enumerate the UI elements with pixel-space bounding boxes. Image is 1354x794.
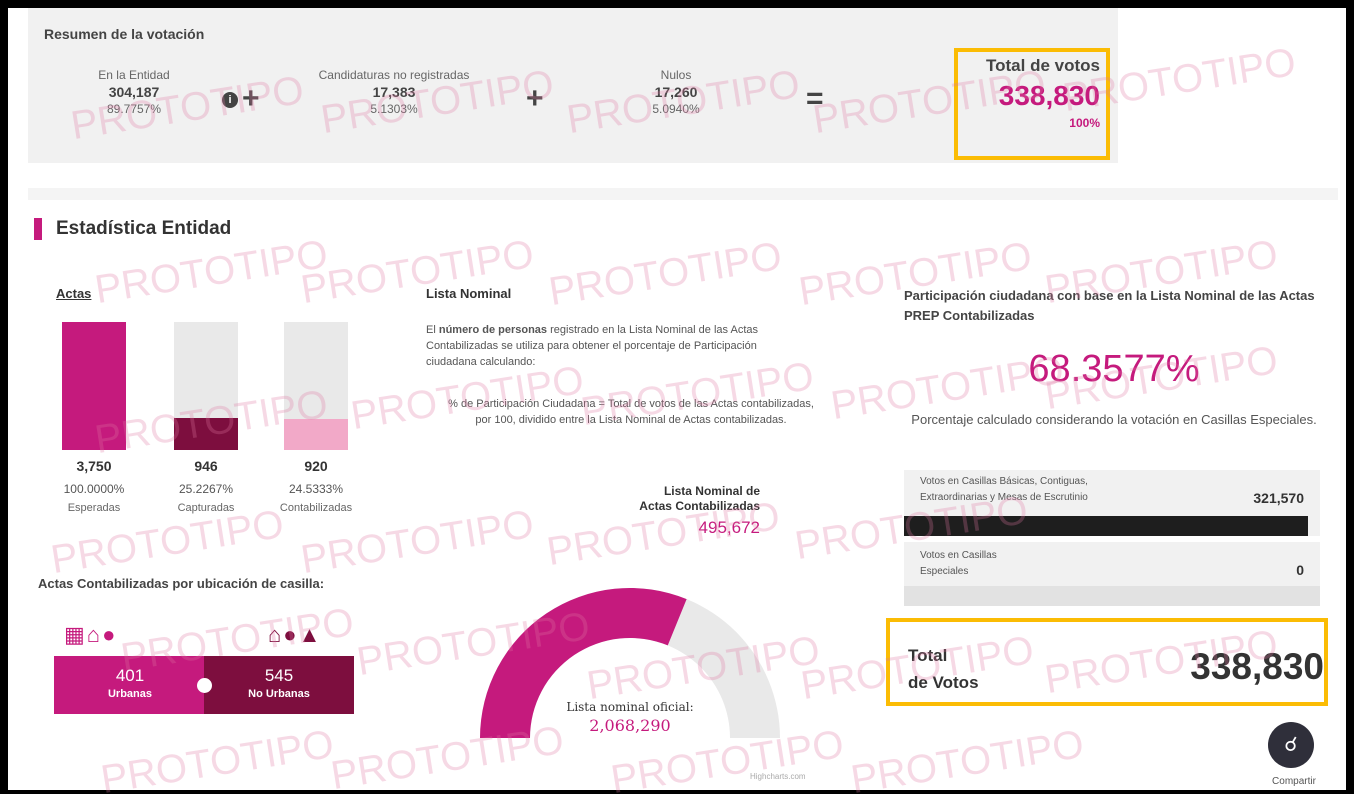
info-icon[interactable]: i [222, 92, 238, 108]
actas-contabilizadas-value: 920 [304, 458, 328, 474]
no-registradas-label: Candidaturas no registradas [318, 68, 470, 82]
participacion-note: Porcentaje calculado considerando la vot… [911, 412, 1317, 427]
casillas-especiales-label-1: Votos en Casillas [920, 550, 997, 561]
actas-capturadas-label: Capturadas [177, 502, 235, 514]
nulos-value: 17,260 [654, 84, 698, 100]
actas-bar-fill [174, 417, 238, 450]
actas-bar-contabilizadas [284, 322, 348, 450]
casillas-especiales-block: Votos en Casillas Especiales 0 [904, 542, 1320, 606]
ln-actas-label-2: Actas Contabilizadas [639, 499, 760, 513]
actas-bar-capturadas [174, 322, 238, 450]
participacion-pct: 68.3577% [1028, 348, 1200, 390]
ln-actas-label-1: Lista Nominal de [663, 484, 760, 498]
lista-nominal-formula: % de Participación Ciudadana = Total de … [448, 398, 814, 426]
actas-link[interactable]: Actas [56, 286, 91, 301]
casillas-basicas-block: Votos en Casillas Básicas, Contiguas, Ex… [904, 470, 1320, 536]
casillas-basicas-label-2: Extraordinarias y Mesas de Escrutinio [920, 492, 1088, 503]
actas-esperadas-label: Esperadas [67, 502, 121, 514]
entidad-value: 304,187 [108, 84, 160, 100]
section-divider [28, 188, 1338, 200]
total-votos-label-1: Total [908, 646, 948, 665]
rural-house-tree-icon: ⌂●▲ [268, 622, 323, 647]
casillas-basicas-bar [904, 516, 1308, 536]
casillas-especiales-bar [904, 586, 1320, 606]
actas-bar-fill [284, 418, 348, 450]
casillas-basicas-label-1: Votos en Casillas Básicas, Contiguas, [920, 476, 1088, 487]
urbanas-value: 401 [115, 666, 145, 685]
plus-icon: + [526, 82, 544, 115]
no-urbanas-label: No Urbanas [248, 688, 310, 700]
casillas-basicas-value: 321,570 [1253, 490, 1304, 506]
summary-no-registradas: Candidaturas no registradas 17,383 5.130… [296, 68, 492, 116]
gauge-label: Lista nominal oficial: [566, 700, 694, 714]
ln-actas-label: Lista Nominal de Actas Contabilizadas [606, 484, 760, 514]
lista-nominal-description: El número de personas registrado en la L… [426, 322, 810, 370]
total-votos-box: Total de Votos 338,830 [886, 618, 1328, 706]
total-votos-value: 338,830 [1190, 646, 1324, 687]
share-label[interactable]: Compartir [1264, 776, 1324, 787]
total-votos-label: Total de Votos [908, 642, 979, 696]
actas-contabilizadas-pct: 24.5333% [288, 482, 344, 496]
total-votos-pct: 100% [1069, 116, 1100, 130]
share-button[interactable]: ☌ [1268, 722, 1314, 768]
summary-total-box: Total de votos 338,830 100% [954, 48, 1110, 160]
nulos-pct: 5.0940% [652, 102, 700, 116]
section-accent-bar [34, 218, 42, 240]
summary-nulos: Nulos 17,260 5.0940% [626, 68, 726, 116]
entidad-pct: 89.7757% [106, 102, 162, 116]
section-title: Estadística Entidad [56, 218, 232, 239]
participacion-title: Participación ciudadana con base en la L… [904, 288, 1315, 323]
total-votos-value: 338,830 [998, 80, 1100, 111]
actas-esperadas-value: 3,750 [76, 458, 112, 474]
gauge-value: 2,068,290 [589, 716, 671, 735]
ln-actas-value: 495,672 [698, 518, 760, 537]
actas-contabilizadas-label: Contabilizadas [279, 502, 353, 514]
urbanas-box: 401 Urbanas [54, 656, 206, 714]
share-icon: ☌ [1284, 734, 1298, 756]
equals-icon: = [806, 82, 824, 115]
casillas-basicas-label: Votos en Casillas Básicas, Contiguas, Ex… [920, 474, 1088, 506]
entidad-label: En la Entidad [98, 68, 170, 82]
casillas-especiales-value: 0 [1296, 562, 1304, 578]
casillas-especiales-label: Votos en Casillas Especiales [920, 548, 997, 580]
desc-pre: El [426, 324, 439, 336]
urban-buildings-icon: ▦⌂● [64, 622, 118, 647]
no-registradas-value: 17,383 [372, 84, 416, 100]
highcharts-credit[interactable]: Highcharts.com [750, 772, 806, 781]
actas-bar-fill [62, 322, 126, 450]
plus-icon: + [242, 82, 260, 115]
total-votos-label-2: de Votos [908, 673, 979, 692]
actas-esperadas-pct: 100.0000% [63, 482, 125, 496]
total-votos-label: Total de votos [986, 56, 1100, 75]
ubicacion-divider-dot [197, 678, 212, 693]
casillas-especiales-label-2: Especiales [920, 566, 969, 577]
urbanas-label: Urbanas [107, 688, 153, 700]
no-urbanas-box: 545 No Urbanas [204, 656, 354, 714]
lista-nominal-title: Lista Nominal [426, 286, 512, 301]
ubicacion-title: Actas Contabilizadas por ubicación de ca… [38, 576, 325, 591]
summary-title: Resumen de la votación [44, 26, 205, 42]
desc-bold: número de personas [438, 324, 548, 336]
no-urbanas-value: 545 [264, 666, 294, 685]
no-registradas-pct: 5.1303% [370, 102, 418, 116]
actas-bar-esperadas [62, 322, 126, 450]
summary-entidad: En la Entidad 304,187 89.7757% [84, 68, 184, 116]
actas-capturadas-pct: 25.2267% [178, 482, 234, 496]
actas-capturadas-value: 946 [194, 458, 218, 474]
nulos-label: Nulos [660, 68, 692, 82]
